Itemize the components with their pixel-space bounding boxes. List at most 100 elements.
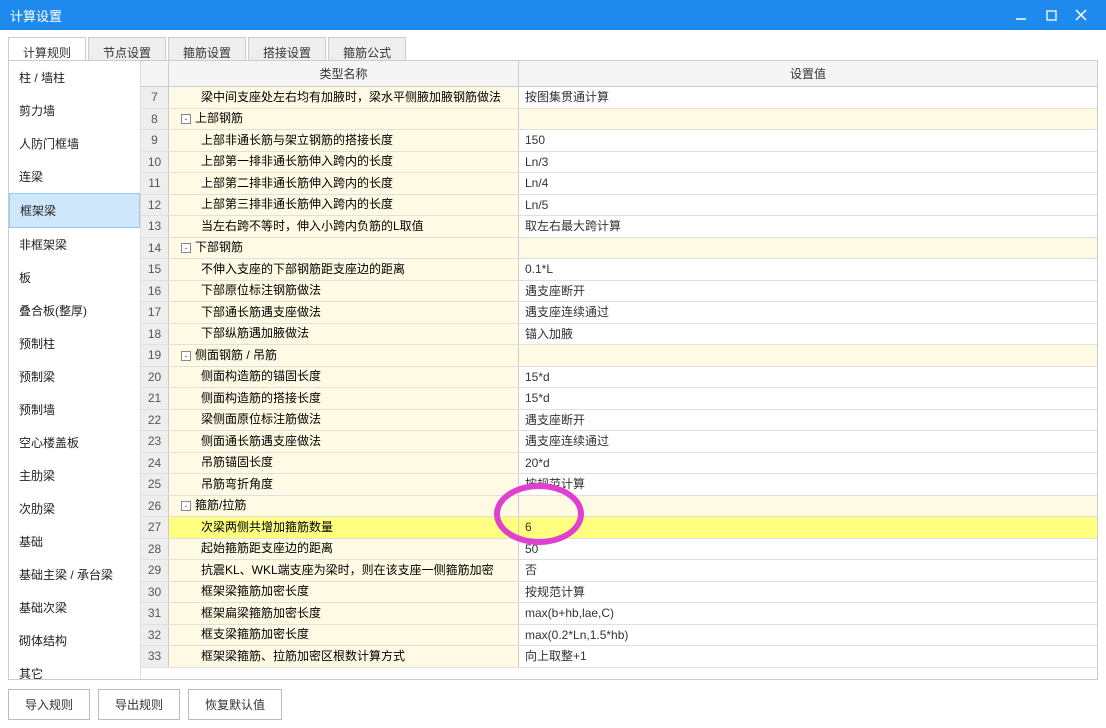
row-number: 11: [141, 173, 169, 194]
row-number: 18: [141, 324, 169, 345]
row-value[interactable]: max(b+hb,lae,C): [519, 603, 1097, 624]
row-value[interactable]: 否: [519, 560, 1097, 581]
table-row[interactable]: 28起始箍筋距支座边的距离50: [141, 539, 1097, 561]
table-row[interactable]: 8-上部钢筋: [141, 109, 1097, 131]
table-row[interactable]: 10上部第一排非通长筋伸入跨内的长度Ln/3: [141, 152, 1097, 174]
row-value: [519, 109, 1097, 130]
table-row[interactable]: 32框支梁箍筋加密长度max(0.2*Ln,1.5*hb): [141, 625, 1097, 647]
table-row[interactable]: 13当左右跨不等时，伸入小跨内负筋的L取值取左右最大跨计算: [141, 216, 1097, 238]
table-row[interactable]: 21侧面构造筋的搭接长度15*d: [141, 388, 1097, 410]
row-value[interactable]: 50: [519, 539, 1097, 560]
row-value[interactable]: 150: [519, 130, 1097, 151]
rule-label: 框架梁箍筋、拉筋加密区根数计算方式: [173, 646, 405, 667]
row-value[interactable]: max(0.2*Ln,1.5*hb): [519, 625, 1097, 646]
sidebar-item-8[interactable]: 预制柱: [9, 327, 140, 360]
row-value[interactable]: Ln/4: [519, 173, 1097, 194]
restore-defaults-button[interactable]: 恢复默认值: [188, 689, 282, 720]
table-row[interactable]: 23侧面通长筋遇支座做法遇支座连续通过: [141, 431, 1097, 453]
sidebar-item-2[interactable]: 人防门框墙: [9, 127, 140, 160]
sidebar-item-13[interactable]: 次肋梁: [9, 492, 140, 525]
row-value[interactable]: 6: [519, 517, 1097, 538]
sidebar-item-0[interactable]: 柱 / 墙柱: [9, 61, 140, 94]
import-rules-button[interactable]: 导入规则: [8, 689, 90, 720]
table-row[interactable]: 12上部第三排非通长筋伸入跨内的长度Ln/5: [141, 195, 1097, 217]
sidebar-item-4[interactable]: 框架梁: [9, 193, 140, 228]
export-rules-button[interactable]: 导出规则: [98, 689, 180, 720]
row-number: 13: [141, 216, 169, 237]
sidebar-item-10[interactable]: 预制墙: [9, 393, 140, 426]
row-value[interactable]: Ln/5: [519, 195, 1097, 216]
sidebar-item-14[interactable]: 基础: [9, 525, 140, 558]
table-row[interactable]: 15不伸入支座的下部钢筋距支座边的距离0.1*L: [141, 259, 1097, 281]
table-row[interactable]: 14 -下部钢筋: [141, 238, 1097, 260]
row-value[interactable]: 向上取整+1: [519, 646, 1097, 667]
row-number: 26: [141, 496, 169, 517]
table-row[interactable]: 31框架扁梁箍筋加密长度max(b+hb,lae,C): [141, 603, 1097, 625]
table-row[interactable]: 25吊筋弯折角度按规范计算: [141, 474, 1097, 496]
row-name: 上部第三排非通长筋伸入跨内的长度: [169, 195, 519, 216]
rule-label: 下部纵筋遇加腋做法: [173, 324, 309, 345]
sidebar-item-3[interactable]: 连梁: [9, 160, 140, 193]
table-row[interactable]: 27次梁两侧共增加箍筋数量6: [141, 517, 1097, 539]
row-value[interactable]: 遇支座断开: [519, 281, 1097, 302]
sidebar-item-12[interactable]: 主肋梁: [9, 459, 140, 492]
table-row[interactable]: 33框架梁箍筋、拉筋加密区根数计算方式 向上取整+1: [141, 646, 1097, 668]
sidebar-item-9[interactable]: 预制梁: [9, 360, 140, 393]
rule-label: 上部第一排非通长筋伸入跨内的长度: [173, 152, 393, 173]
table-row[interactable]: 24吊筋锚固长度20*d: [141, 453, 1097, 475]
collapse-toggle-icon[interactable]: -: [181, 351, 191, 361]
rule-label: 梁中间支座处左右均有加腋时，梁水平侧腋加腋钢筋做法: [173, 87, 501, 108]
maximize-button[interactable]: [1036, 0, 1066, 30]
table-row[interactable]: 20侧面构造筋的锚固长度15*d: [141, 367, 1097, 389]
table-row[interactable]: 11上部第二排非通长筋伸入跨内的长度Ln/4: [141, 173, 1097, 195]
row-value[interactable]: 遇支座连续通过: [519, 431, 1097, 452]
table-row[interactable]: 19-侧面钢筋 / 吊筋: [141, 345, 1097, 367]
table-row[interactable]: 17下部通长筋遇支座做法遇支座连续通过: [141, 302, 1097, 324]
row-number: 14: [141, 238, 169, 259]
row-value[interactable]: 遇支座断开: [519, 410, 1097, 431]
table-row[interactable]: 22梁侧面原位标注筋做法遇支座断开: [141, 410, 1097, 432]
row-value[interactable]: 锚入加腋: [519, 324, 1097, 345]
row-number: 24: [141, 453, 169, 474]
table-row[interactable]: 26-箍筋/拉筋: [141, 496, 1097, 518]
collapse-toggle-icon[interactable]: -: [181, 243, 191, 253]
row-number: 32: [141, 625, 169, 646]
row-name: 上部第二排非通长筋伸入跨内的长度: [169, 173, 519, 194]
row-value[interactable]: 取左右最大跨计算: [519, 216, 1097, 237]
sidebar-item-7[interactable]: 叠合板(整厚): [9, 294, 140, 327]
row-value[interactable]: 遇支座连续通过: [519, 302, 1097, 323]
sidebar-item-6[interactable]: 板: [9, 261, 140, 294]
table-row[interactable]: 18下部纵筋遇加腋做法 锚入加腋: [141, 324, 1097, 346]
window-title: 计算设置: [10, 6, 1006, 25]
table-body[interactable]: 7梁中间支座处左右均有加腋时，梁水平侧腋加腋钢筋做法按图集贯通计算8-上部钢筋9…: [141, 87, 1097, 679]
table-row[interactable]: 29抗震KL、WKL端支座为梁时，则在该支座一侧箍筋加密否: [141, 560, 1097, 582]
row-number: 33: [141, 646, 169, 667]
table-row[interactable]: 16下部原位标注钢筋做法遇支座断开: [141, 281, 1097, 303]
collapse-toggle-icon[interactable]: -: [181, 501, 191, 511]
sidebar-item-17[interactable]: 砌体结构: [9, 624, 140, 657]
table-row[interactable]: 9上部非通长筋与架立钢筋的搭接长度150: [141, 130, 1097, 152]
row-value[interactable]: 按图集贯通计算: [519, 87, 1097, 108]
row-value[interactable]: 按规范计算: [519, 582, 1097, 603]
row-name: 框架扁梁箍筋加密长度: [169, 603, 519, 624]
sidebar-item-15[interactable]: 基础主梁 / 承台梁: [9, 558, 140, 591]
collapse-toggle-icon[interactable]: -: [181, 114, 191, 124]
row-value[interactable]: 15*d: [519, 388, 1097, 409]
group-label: 下部钢筋: [195, 240, 243, 254]
row-value[interactable]: 15*d: [519, 367, 1097, 388]
row-value[interactable]: Ln/3: [519, 152, 1097, 173]
table-row[interactable]: 7梁中间支座处左右均有加腋时，梁水平侧腋加腋钢筋做法按图集贯通计算: [141, 87, 1097, 109]
row-value[interactable]: 0.1*L: [519, 259, 1097, 280]
table-row[interactable]: 30框架梁箍筋加密长度按规范计算: [141, 582, 1097, 604]
sidebar-item-5[interactable]: 非框架梁: [9, 228, 140, 261]
sidebar-item-1[interactable]: 剪力墙: [9, 94, 140, 127]
sidebar-item-18[interactable]: 其它: [9, 657, 140, 679]
row-value[interactable]: 20*d: [519, 453, 1097, 474]
sidebar-item-11[interactable]: 空心楼盖板: [9, 426, 140, 459]
close-button[interactable]: [1066, 0, 1096, 30]
row-value[interactable]: 按规范计算: [519, 474, 1097, 495]
sidebar-item-16[interactable]: 基础次梁: [9, 591, 140, 624]
minimize-button[interactable]: [1006, 0, 1036, 30]
row-number: 20: [141, 367, 169, 388]
table-header: 类型名称 设置值: [141, 61, 1097, 87]
